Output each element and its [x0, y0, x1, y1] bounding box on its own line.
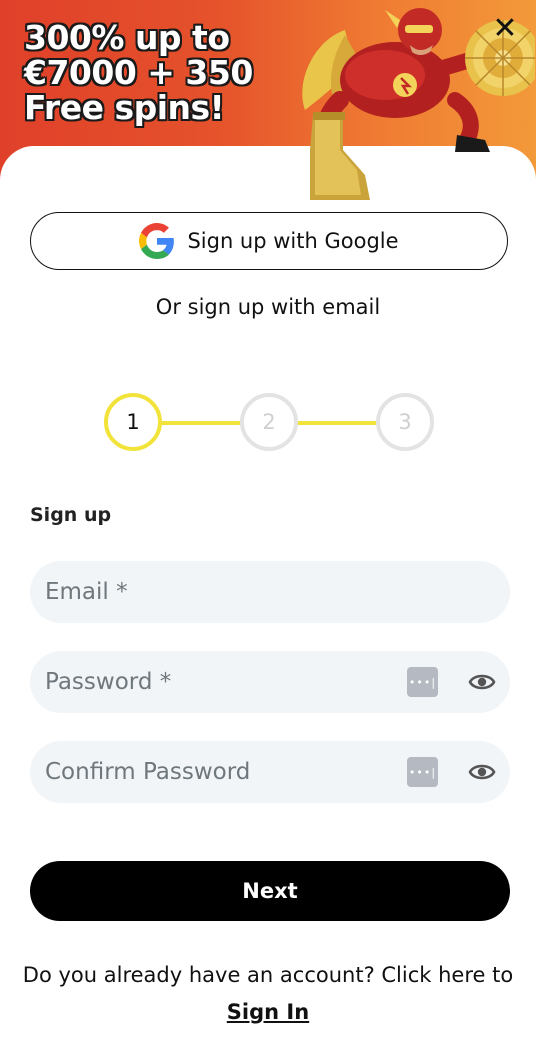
form-title: Sign up — [30, 504, 112, 526]
password-field: •••| — [30, 651, 510, 713]
password-input[interactable] — [30, 651, 415, 713]
promo-line-3: Free spins! — [24, 88, 225, 127]
close-icon: ✕ — [492, 11, 518, 46]
signin-link[interactable]: Sign In — [227, 1000, 309, 1024]
signin-prompt-text: Do you already have an account? Click he… — [22, 963, 514, 987]
promo-line-2: €7000 + 350 — [24, 53, 253, 92]
promo-text: 300% up to €7000 + 350 Free spins! — [24, 20, 253, 125]
email-field — [30, 561, 510, 623]
next-button[interactable]: Next — [30, 861, 510, 921]
email-input[interactable] — [30, 561, 415, 623]
confirm-password-input[interactable] — [30, 741, 415, 803]
password-manager-glyph: •••| — [408, 765, 437, 779]
eye-icon[interactable] — [468, 671, 496, 693]
confirm-password-field: •••| — [30, 741, 510, 803]
promo-line-1: 300% up to — [24, 18, 230, 57]
google-signup-button[interactable]: Sign up with Google — [30, 212, 508, 270]
step-1: 1 — [104, 393, 162, 451]
progress-stepper: 1 2 3 — [0, 390, 536, 460]
password-manager-icon[interactable]: •••| — [407, 757, 438, 787]
step-3: 3 — [376, 393, 434, 451]
email-divider-text: Or sign up with email — [155, 295, 381, 319]
google-icon — [139, 223, 175, 259]
eye-icon[interactable] — [468, 761, 496, 783]
signin-prompt: Do you already have an account? Click he… — [20, 957, 516, 1031]
password-manager-glyph: •••| — [408, 675, 437, 689]
step-connector-2 — [296, 421, 380, 425]
step-connector-1 — [160, 421, 244, 425]
step-2: 2 — [240, 393, 298, 451]
password-manager-icon[interactable]: •••| — [407, 667, 438, 697]
close-button[interactable]: ✕ — [488, 12, 522, 46]
google-signup-label: Sign up with Google — [187, 229, 399, 253]
